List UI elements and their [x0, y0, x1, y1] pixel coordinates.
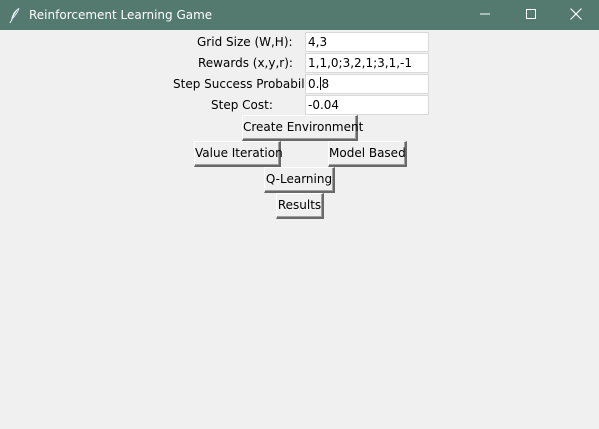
grid-size-value: 4,3: [308, 35, 328, 49]
step-success-label: Step Success Probability:: [173, 77, 323, 91]
q-learning-button[interactable]: Q-Learning: [264, 167, 335, 193]
window-title: Reinforcement Learning Game: [29, 8, 213, 22]
feather-icon: [9, 7, 21, 24]
rewards-label: Rewards (x,y,r):: [198, 56, 293, 70]
value-iteration-button[interactable]: Value Iteration: [194, 141, 283, 167]
step-success-value-after-caret: 8: [321, 77, 330, 91]
grid-size-input[interactable]: 4,3: [305, 32, 429, 52]
maximize-icon: [526, 8, 536, 22]
step-success-value-before-caret: 0.: [308, 77, 320, 91]
grid-size-label: Grid Size (W,H):: [197, 35, 293, 49]
close-button[interactable]: [553, 0, 599, 30]
app-window: Reinforcement Learning Game Grid Size (W…: [0, 0, 599, 429]
step-cost-value: -0.04: [308, 98, 340, 112]
step-cost-input[interactable]: -0.04: [305, 95, 429, 115]
close-icon: [570, 7, 582, 23]
rewards-value: 1,1,0;3,2,1;3,1,-1: [308, 56, 413, 70]
step-cost-label: Step Cost:: [211, 98, 273, 112]
maximize-button[interactable]: [508, 0, 554, 30]
minimize-button[interactable]: [462, 0, 508, 30]
rewards-input[interactable]: 1,1,0;3,2,1;3,1,-1: [305, 53, 429, 73]
model-based-button[interactable]: Model Based: [328, 141, 407, 167]
results-button[interactable]: Results: [276, 193, 324, 219]
create-environment-button[interactable]: Create Environment: [242, 115, 363, 141]
minimize-icon: [480, 8, 490, 22]
title-bar[interactable]: Reinforcement Learning Game: [0, 0, 599, 30]
step-success-input[interactable]: 0. 8: [305, 74, 429, 94]
